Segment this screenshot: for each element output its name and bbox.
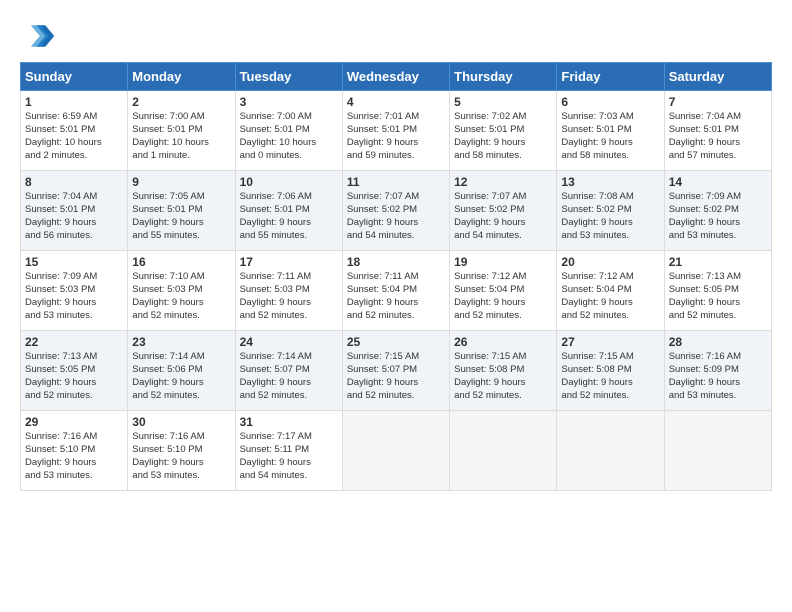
header: [20, 18, 772, 54]
day-number: 25: [347, 334, 445, 350]
calendar-cell: 17Sunrise: 7:11 AM Sunset: 5:03 PM Dayli…: [235, 251, 342, 331]
weekday-header-sunday: Sunday: [21, 63, 128, 91]
page-container: SundayMondayTuesdayWednesdayThursdayFrid…: [0, 0, 792, 501]
calendar-cell: 15Sunrise: 7:09 AM Sunset: 5:03 PM Dayli…: [21, 251, 128, 331]
calendar-cell: 26Sunrise: 7:15 AM Sunset: 5:08 PM Dayli…: [450, 331, 557, 411]
day-number: 15: [25, 254, 123, 270]
calendar-cell: 25Sunrise: 7:15 AM Sunset: 5:07 PM Dayli…: [342, 331, 449, 411]
day-number: 22: [25, 334, 123, 350]
calendar-cell: 3Sunrise: 7:00 AM Sunset: 5:01 PM Daylig…: [235, 91, 342, 171]
calendar-cell: 19Sunrise: 7:12 AM Sunset: 5:04 PM Dayli…: [450, 251, 557, 331]
day-number: 20: [561, 254, 659, 270]
day-number: 21: [669, 254, 767, 270]
calendar-cell: [557, 411, 664, 491]
day-number: 11: [347, 174, 445, 190]
calendar-week-5: 29Sunrise: 7:16 AM Sunset: 5:10 PM Dayli…: [21, 411, 772, 491]
weekday-header-monday: Monday: [128, 63, 235, 91]
day-number: 17: [240, 254, 338, 270]
day-number: 1: [25, 94, 123, 110]
calendar-cell: 4Sunrise: 7:01 AM Sunset: 5:01 PM Daylig…: [342, 91, 449, 171]
calendar-cell: 29Sunrise: 7:16 AM Sunset: 5:10 PM Dayli…: [21, 411, 128, 491]
calendar-week-1: 1Sunrise: 6:59 AM Sunset: 5:01 PM Daylig…: [21, 91, 772, 171]
calendar-cell: 9Sunrise: 7:05 AM Sunset: 5:01 PM Daylig…: [128, 171, 235, 251]
day-number: 18: [347, 254, 445, 270]
calendar-cell: 18Sunrise: 7:11 AM Sunset: 5:04 PM Dayli…: [342, 251, 449, 331]
day-number: 30: [132, 414, 230, 430]
calendar-week-4: 22Sunrise: 7:13 AM Sunset: 5:05 PM Dayli…: [21, 331, 772, 411]
day-number: 7: [669, 94, 767, 110]
weekday-header-thursday: Thursday: [450, 63, 557, 91]
logo-icon: [20, 18, 56, 54]
day-number: 31: [240, 414, 338, 430]
calendar-cell: 11Sunrise: 7:07 AM Sunset: 5:02 PM Dayli…: [342, 171, 449, 251]
day-number: 16: [132, 254, 230, 270]
day-number: 12: [454, 174, 552, 190]
day-number: 13: [561, 174, 659, 190]
day-number: 10: [240, 174, 338, 190]
calendar-table: SundayMondayTuesdayWednesdayThursdayFrid…: [20, 62, 772, 491]
calendar-cell: 28Sunrise: 7:16 AM Sunset: 5:09 PM Dayli…: [664, 331, 771, 411]
logo: [20, 18, 62, 54]
calendar-cell: 24Sunrise: 7:14 AM Sunset: 5:07 PM Dayli…: [235, 331, 342, 411]
day-number: 27: [561, 334, 659, 350]
calendar-cell: 23Sunrise: 7:14 AM Sunset: 5:06 PM Dayli…: [128, 331, 235, 411]
day-number: 24: [240, 334, 338, 350]
calendar-cell: 2Sunrise: 7:00 AM Sunset: 5:01 PM Daylig…: [128, 91, 235, 171]
calendar-cell: 12Sunrise: 7:07 AM Sunset: 5:02 PM Dayli…: [450, 171, 557, 251]
calendar-header-row: SundayMondayTuesdayWednesdayThursdayFrid…: [21, 63, 772, 91]
calendar-week-3: 15Sunrise: 7:09 AM Sunset: 5:03 PM Dayli…: [21, 251, 772, 331]
day-number: 3: [240, 94, 338, 110]
calendar-cell: 22Sunrise: 7:13 AM Sunset: 5:05 PM Dayli…: [21, 331, 128, 411]
day-number: 29: [25, 414, 123, 430]
day-number: 6: [561, 94, 659, 110]
calendar-cell: 14Sunrise: 7:09 AM Sunset: 5:02 PM Dayli…: [664, 171, 771, 251]
calendar-cell: [450, 411, 557, 491]
day-number: 28: [669, 334, 767, 350]
calendar-cell: 1Sunrise: 6:59 AM Sunset: 5:01 PM Daylig…: [21, 91, 128, 171]
day-number: 19: [454, 254, 552, 270]
calendar-cell: 8Sunrise: 7:04 AM Sunset: 5:01 PM Daylig…: [21, 171, 128, 251]
weekday-header-wednesday: Wednesday: [342, 63, 449, 91]
calendar-cell: 13Sunrise: 7:08 AM Sunset: 5:02 PM Dayli…: [557, 171, 664, 251]
calendar-week-2: 8Sunrise: 7:04 AM Sunset: 5:01 PM Daylig…: [21, 171, 772, 251]
day-number: 14: [669, 174, 767, 190]
day-number: 26: [454, 334, 552, 350]
weekday-header-saturday: Saturday: [664, 63, 771, 91]
calendar-cell: 6Sunrise: 7:03 AM Sunset: 5:01 PM Daylig…: [557, 91, 664, 171]
day-number: 9: [132, 174, 230, 190]
calendar-cell: 31Sunrise: 7:17 AM Sunset: 5:11 PM Dayli…: [235, 411, 342, 491]
calendar-cell: [664, 411, 771, 491]
weekday-header-friday: Friday: [557, 63, 664, 91]
calendar-cell: 21Sunrise: 7:13 AM Sunset: 5:05 PM Dayli…: [664, 251, 771, 331]
day-number: 23: [132, 334, 230, 350]
calendar-cell: 27Sunrise: 7:15 AM Sunset: 5:08 PM Dayli…: [557, 331, 664, 411]
calendar-body: 1Sunrise: 6:59 AM Sunset: 5:01 PM Daylig…: [21, 91, 772, 491]
calendar-cell: 5Sunrise: 7:02 AM Sunset: 5:01 PM Daylig…: [450, 91, 557, 171]
day-number: 2: [132, 94, 230, 110]
day-number: 4: [347, 94, 445, 110]
calendar-cell: 16Sunrise: 7:10 AM Sunset: 5:03 PM Dayli…: [128, 251, 235, 331]
calendar-cell: 10Sunrise: 7:06 AM Sunset: 5:01 PM Dayli…: [235, 171, 342, 251]
calendar-cell: [342, 411, 449, 491]
day-number: 8: [25, 174, 123, 190]
day-number: 5: [454, 94, 552, 110]
weekday-header-tuesday: Tuesday: [235, 63, 342, 91]
calendar-cell: 20Sunrise: 7:12 AM Sunset: 5:04 PM Dayli…: [557, 251, 664, 331]
calendar-cell: 7Sunrise: 7:04 AM Sunset: 5:01 PM Daylig…: [664, 91, 771, 171]
calendar-cell: 30Sunrise: 7:16 AM Sunset: 5:10 PM Dayli…: [128, 411, 235, 491]
